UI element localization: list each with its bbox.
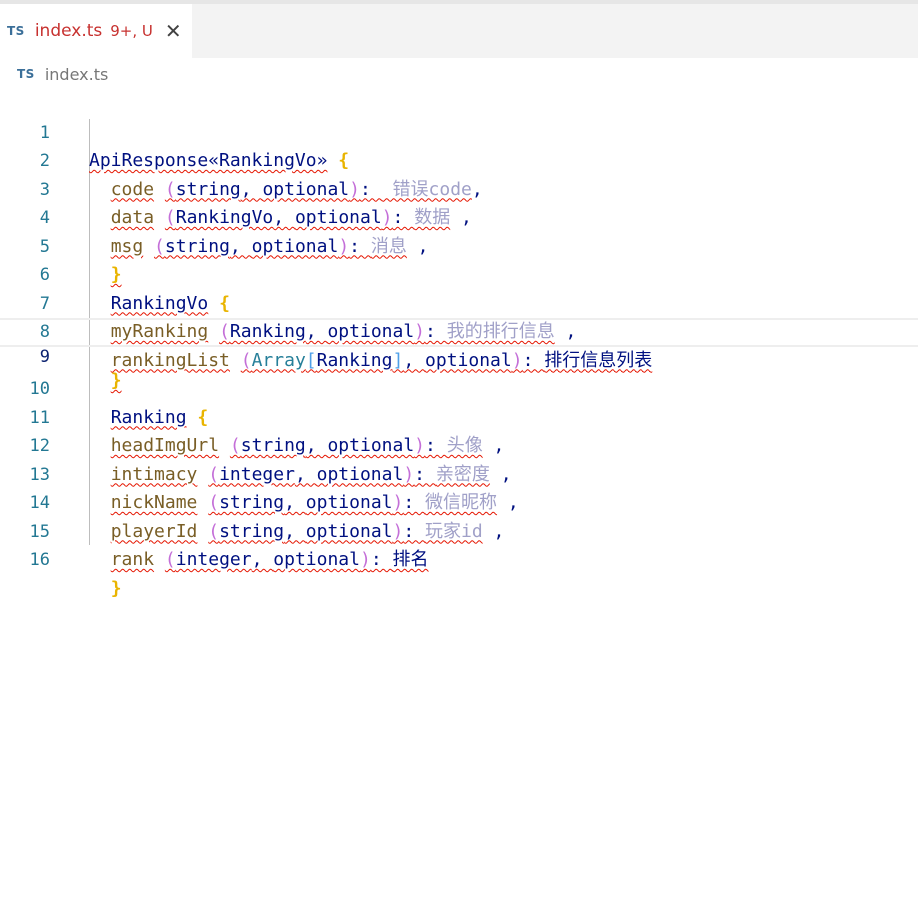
optional-token: optional	[273, 549, 360, 570]
code-line: 15 rank (integer, optional): 排名	[0, 489, 918, 571]
code-line: 8 rankingList (Array[Ranking], optional)…	[0, 290, 918, 371]
code-line: 4 msg (string, optional): 消息 ,	[0, 176, 918, 257]
code-line: 13 nickName (string, optional): 微信昵称 ,	[0, 432, 918, 514]
close-icon[interactable]: ✕	[165, 21, 182, 41]
code-line: 14 playerId (string, optional): 玩家id ,	[0, 461, 918, 542]
tab-bar: TS index.ts 9+, U ✕	[0, 4, 918, 58]
code-line: 7 myRanking (Ranking, optional): 我的排行信息 …	[0, 261, 918, 343]
type-token: integer	[175, 549, 252, 570]
paren: )	[359, 549, 371, 570]
breadcrumb: TS index.ts	[17, 62, 108, 86]
description: 排名	[392, 549, 429, 570]
line-number: 16	[29, 550, 50, 570]
tab-index-ts[interactable]: TS index.ts 9+, U ✕	[0, 4, 192, 58]
typescript-file-icon: TS	[7, 24, 25, 38]
code-line: 10 Ranking {	[0, 347, 918, 428]
tab-filename: index.ts	[34, 21, 103, 41]
typescript-file-icon: TS	[17, 67, 35, 81]
code-line-current: 9 }	[0, 318, 918, 391]
breadcrumb-filename[interactable]: index.ts	[45, 65, 108, 84]
close-brace: }	[110, 577, 122, 599]
code-line: 3 data (RankingVo, optional): 数据 ,	[0, 147, 918, 229]
code-line: 1 ApiResponse«RankingVo» {	[0, 90, 918, 172]
paren: (	[164, 549, 176, 570]
separator: ,	[251, 549, 274, 570]
colon: :	[370, 549, 393, 570]
property-name: rank	[110, 549, 155, 570]
code-line: 2 code (string, optional): 错误code,	[0, 119, 918, 200]
code-line: 5 }	[0, 204, 918, 286]
code-line: 12 intimacy (integer, optional): 亲密度 ,	[0, 404, 918, 485]
code-editor[interactable]: 1 ApiResponse«RankingVo» { 2 code (strin…	[0, 90, 918, 905]
code-line: 11 headImgUrl (string, optional): 头像 ,	[0, 375, 918, 457]
code-line: 16 }	[0, 518, 918, 599]
code-line: 6 RankingVo {	[0, 233, 918, 314]
tab-problem-status: 9+, U	[110, 22, 153, 40]
